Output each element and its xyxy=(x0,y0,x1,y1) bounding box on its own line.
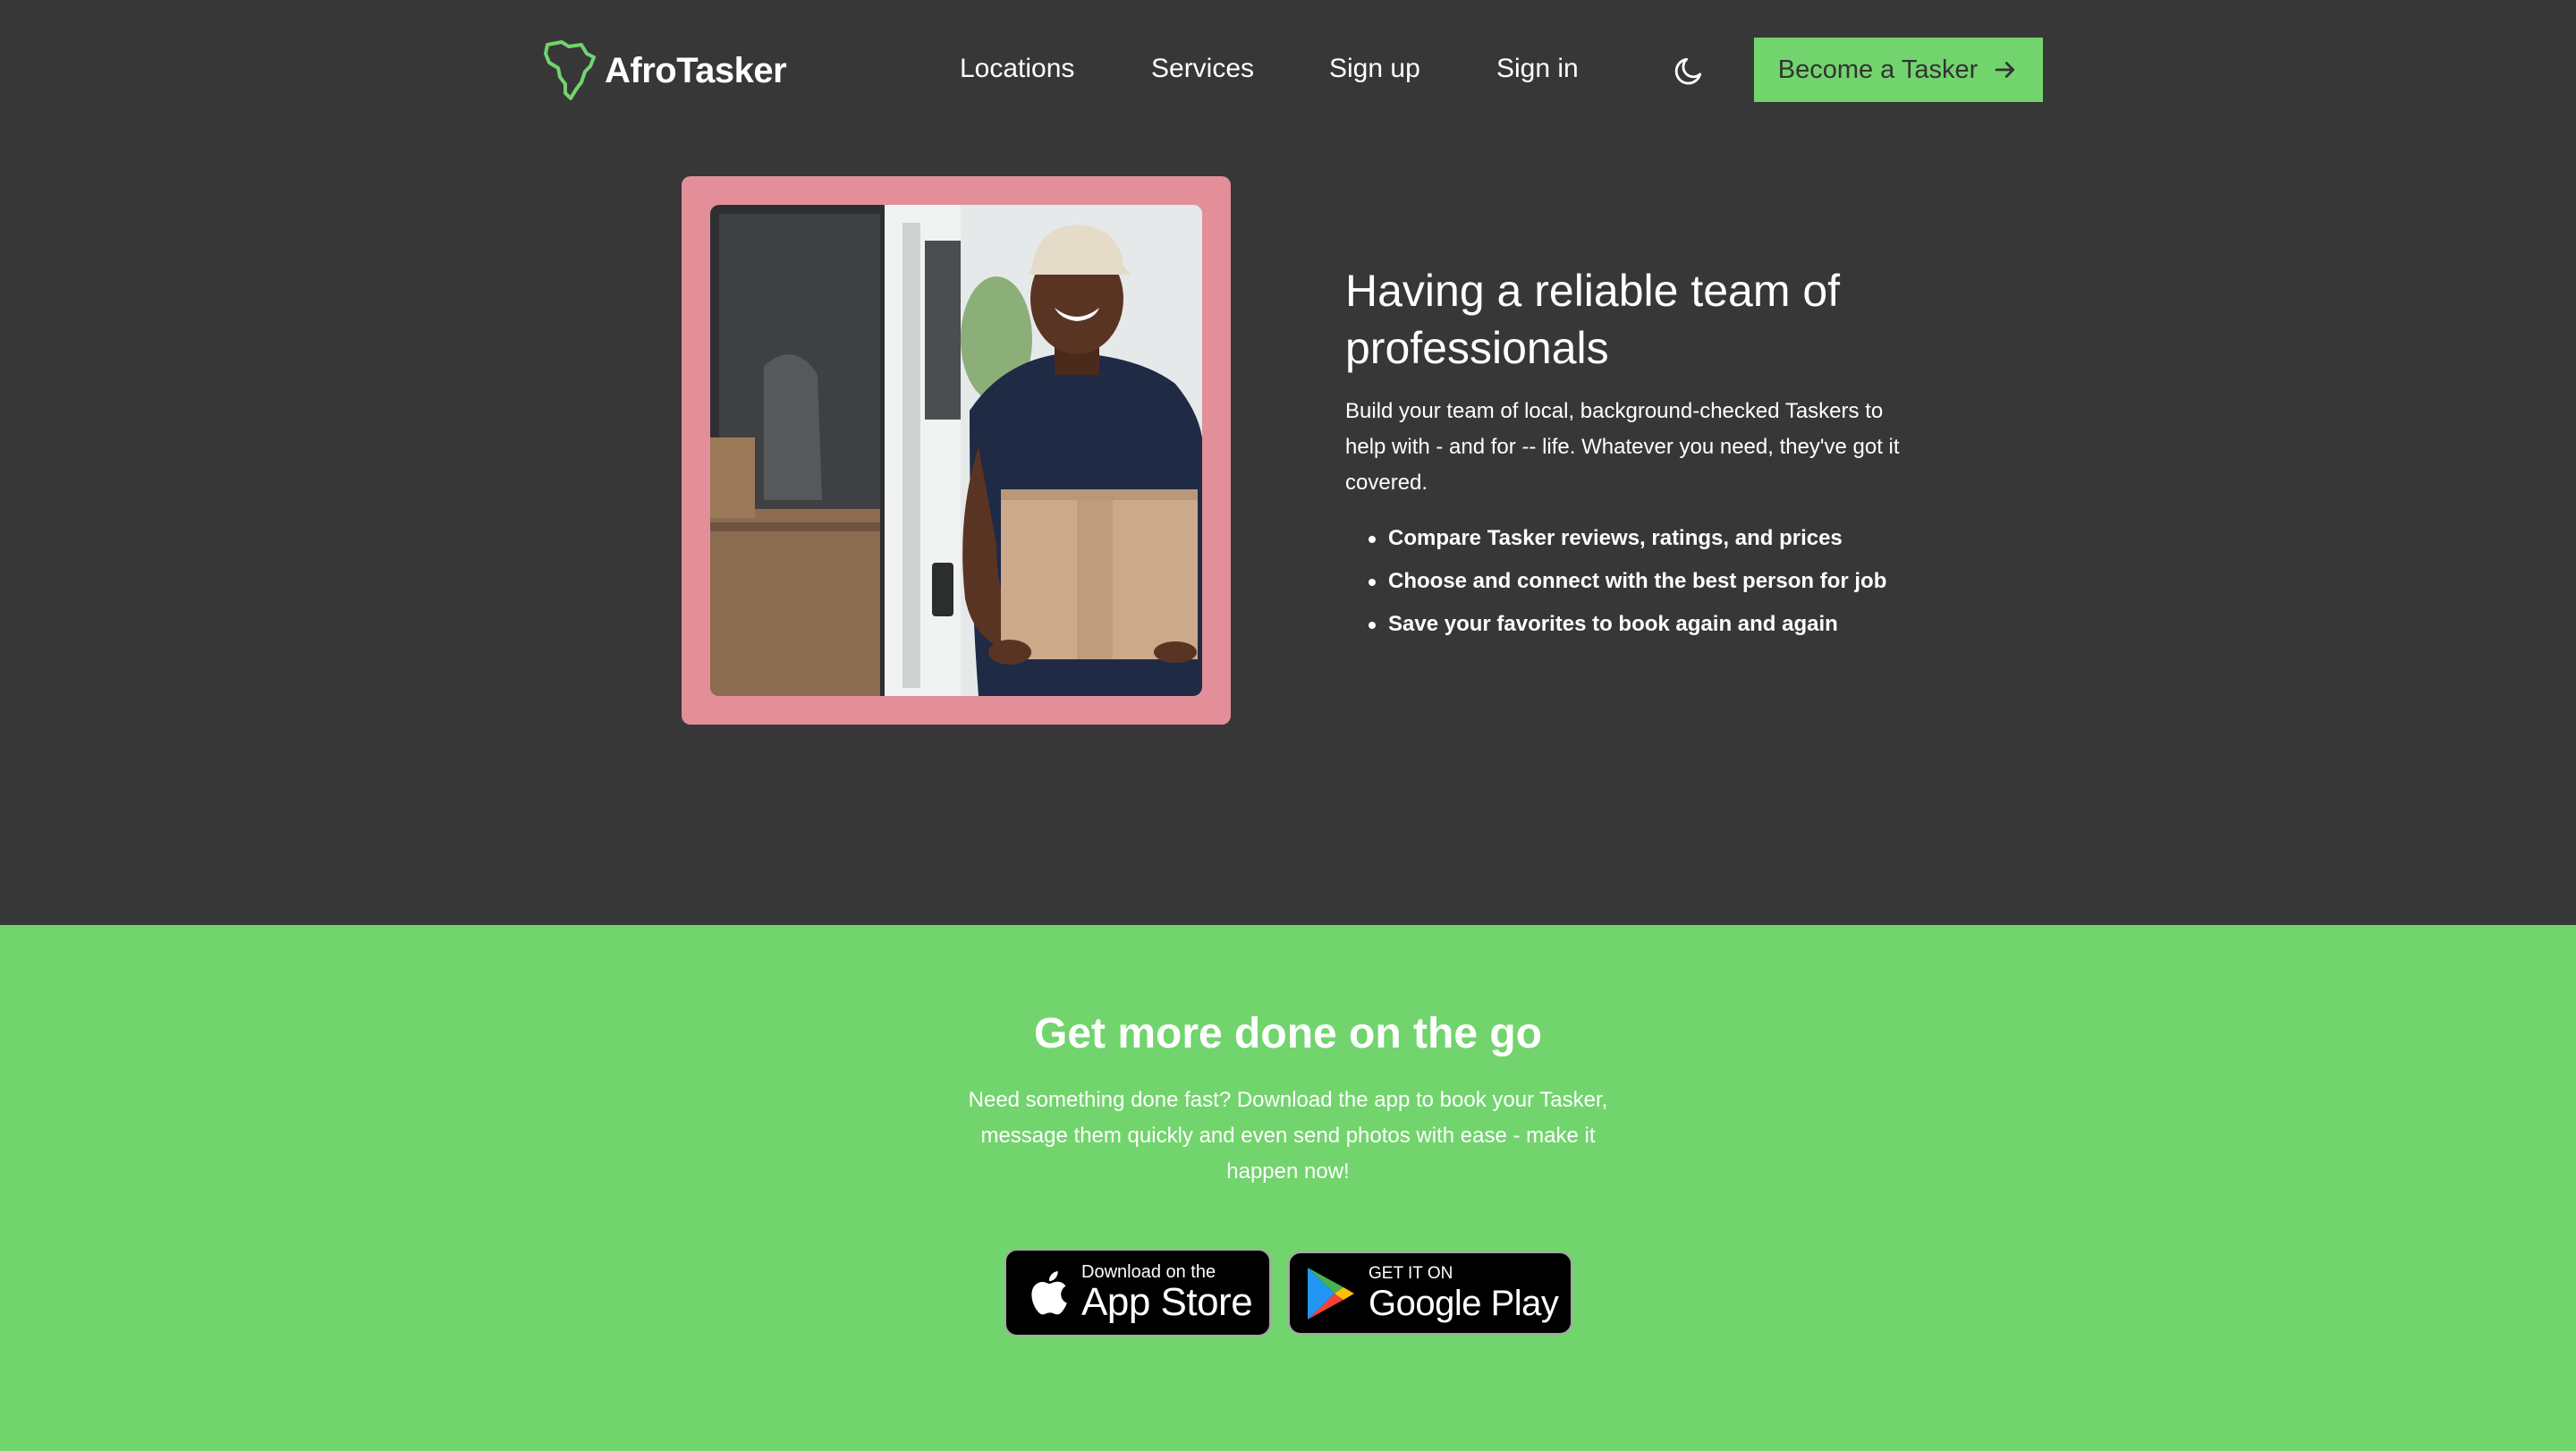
nav-link-locations[interactable]: Locations xyxy=(960,47,1074,91)
feature-bullets: Compare Tasker reviews, ratings, and pri… xyxy=(1345,517,1953,646)
logo-text: AfroTasker xyxy=(605,50,787,90)
delivery-man-photo xyxy=(710,205,1202,696)
google-play-icon xyxy=(1308,1267,1354,1319)
feature-heading: Having a reliable team of professionals xyxy=(1345,266,1841,373)
top-navbar: AfroTasker Locations Services Sign up Si… xyxy=(0,0,2576,139)
list-item: Save your favorites to book again and ag… xyxy=(1345,603,1953,646)
become-tasker-button[interactable]: Become a Tasker xyxy=(1754,38,2043,102)
app-store-button[interactable]: Download on the App Store xyxy=(1004,1249,1271,1336)
apple-icon xyxy=(1031,1271,1067,1315)
become-tasker-label: Become a Tasker xyxy=(1777,55,1979,84)
nav-link-services[interactable]: Services xyxy=(1151,47,1254,91)
nav-link-sign-up[interactable]: Sign up xyxy=(1329,47,1420,91)
hero-section: AfroTasker Locations Services Sign up Si… xyxy=(0,0,2576,925)
moon-icon xyxy=(1674,57,1702,85)
google-play-button[interactable]: GET IT ON Google Play xyxy=(1288,1252,1572,1335)
nav-link-sign-in[interactable]: Sign in xyxy=(1496,47,1579,91)
africa-logo-icon xyxy=(544,40,596,100)
arrow-right-icon xyxy=(1995,62,2015,78)
google-play-big-label: Google Play xyxy=(1368,1283,1559,1323)
theme-toggle-button[interactable] xyxy=(1667,49,1710,92)
google-play-small-label: GET IT ON xyxy=(1368,1263,1453,1283)
list-item: Choose and connect with the best person … xyxy=(1345,560,1953,603)
app-section-description: Need something done fast? Download the a… xyxy=(968,1088,1608,1184)
app-section-title: Get more done on the go xyxy=(1033,1010,1542,1057)
photo-frame xyxy=(682,176,1231,725)
feature-description: Build your team of local, background-che… xyxy=(1345,399,1900,495)
list-item: Compare Tasker reviews, ratings, and pri… xyxy=(1345,517,1953,560)
app-store-small-label: Download on the xyxy=(1081,1262,1216,1282)
logo[interactable]: AfroTasker xyxy=(542,39,787,102)
app-store-big-label: App Store xyxy=(1081,1280,1253,1324)
